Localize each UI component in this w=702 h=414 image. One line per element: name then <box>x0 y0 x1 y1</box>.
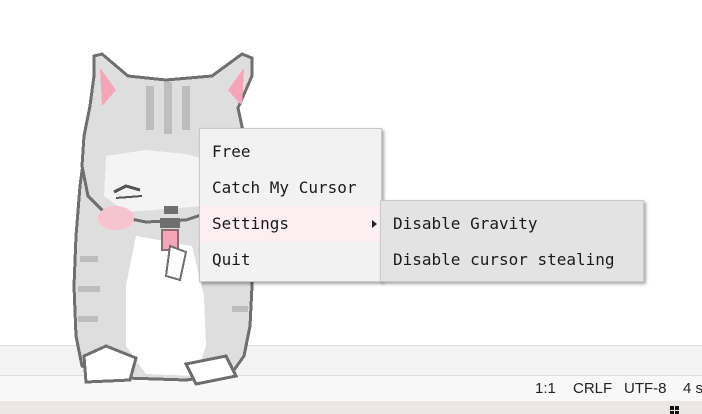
settings-submenu: Disable Gravity Disable cursor stealing <box>380 200 644 282</box>
submenu-item-disable-gravity[interactable]: Disable Gravity <box>381 206 643 242</box>
status-cursor-position[interactable]: 1:1 <box>535 380 556 397</box>
menu-item-settings[interactable]: Settings <box>200 206 381 242</box>
context-menu: Free Catch My Cursor Settings Quit <box>199 128 382 282</box>
menu-item-free-label: Free <box>212 142 251 161</box>
submenu-item-disable-gravity-label: Disable Gravity <box>393 214 538 233</box>
menu-item-quit-label: Quit <box>212 250 251 269</box>
taskbar <box>0 401 702 414</box>
status-encoding[interactable]: UTF-8 <box>624 380 667 397</box>
tray-app-icon[interactable] <box>670 406 680 414</box>
submenu-arrow-icon <box>372 220 377 228</box>
status-line-ending[interactable]: CRLF <box>573 380 612 397</box>
menu-item-catch-my-cursor-label: Catch My Cursor <box>212 178 357 197</box>
menu-item-quit[interactable]: Quit <box>200 242 381 278</box>
submenu-item-disable-cursor-stealing-label: Disable cursor stealing <box>393 250 615 269</box>
menu-item-catch-my-cursor[interactable]: Catch My Cursor <box>200 170 381 206</box>
menu-item-free[interactable]: Free <box>200 134 381 170</box>
menu-item-settings-label: Settings <box>212 214 290 233</box>
submenu-item-disable-cursor-stealing[interactable]: Disable cursor stealing <box>381 242 643 278</box>
status-indentation[interactable]: 4 s <box>683 380 702 397</box>
